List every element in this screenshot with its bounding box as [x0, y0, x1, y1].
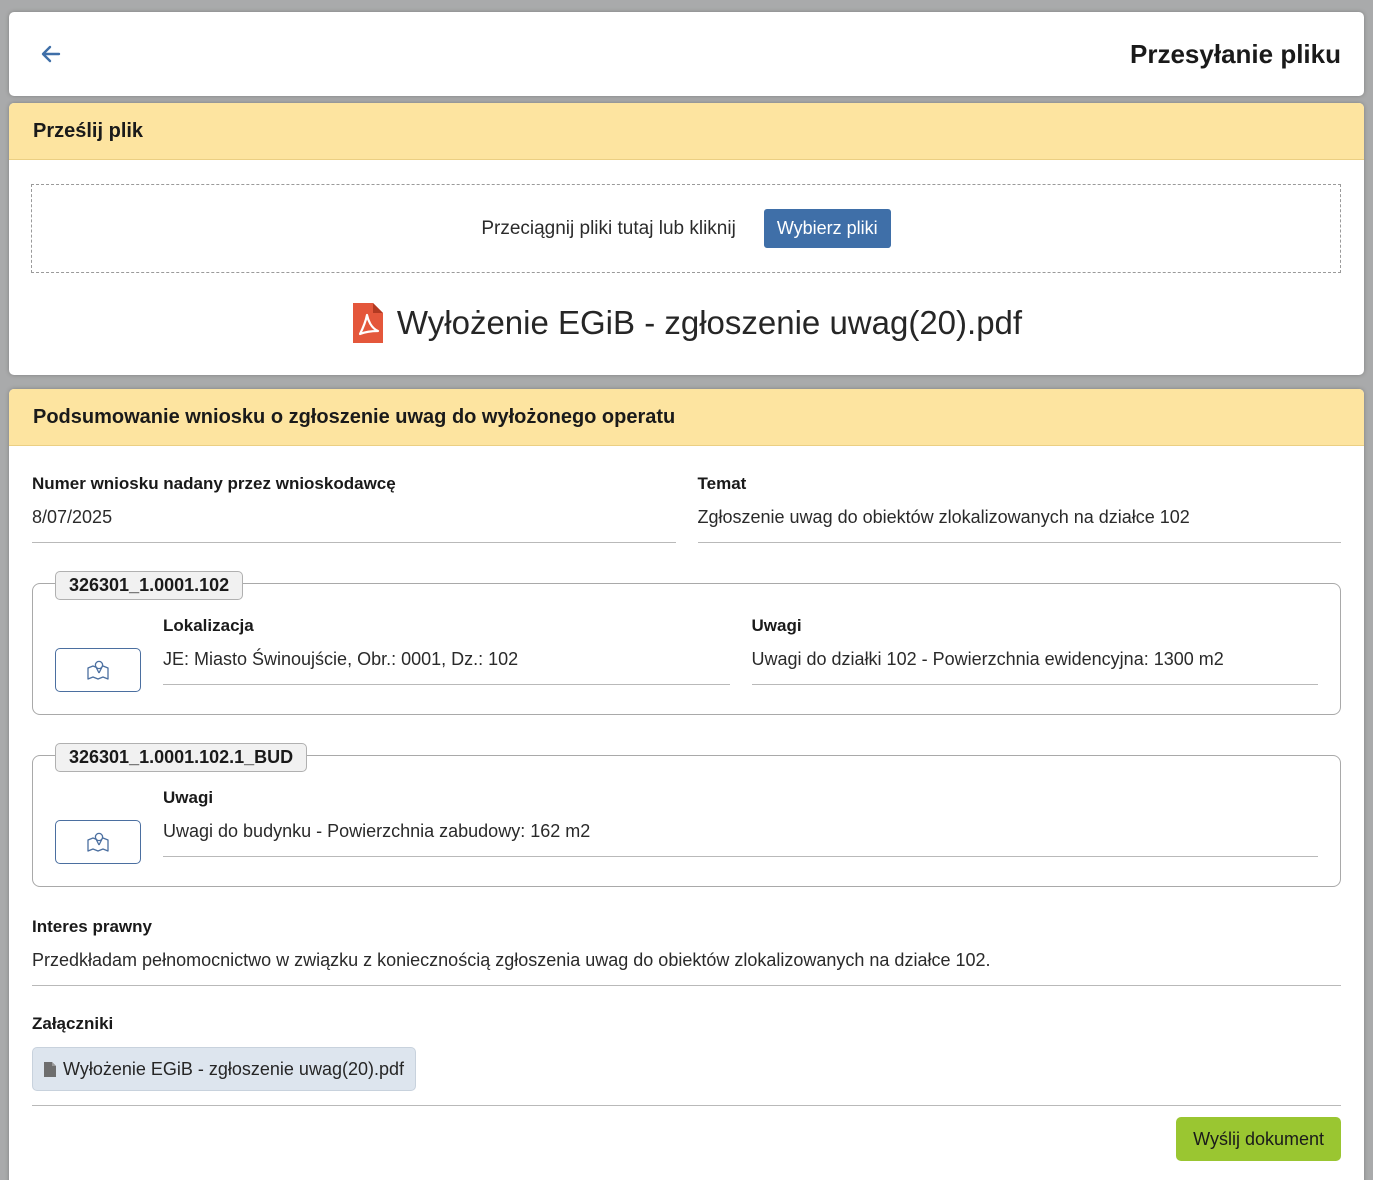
- subject-field: Temat Zgłoszenie uwag do obiektów zlokal…: [697, 474, 1341, 543]
- summary-card: Podsumowanie wniosku o zgłoszenie uwag d…: [9, 389, 1364, 1180]
- object-row: Uwagi Uwagi do budynku - Powierzchnia za…: [55, 788, 1318, 864]
- file-dropzone[interactable]: Przeciągnij pliki tutaj lub kliknij Wybi…: [31, 184, 1341, 273]
- location-label: Lokalizacja: [163, 616, 254, 635]
- request-number-value: 8/07/2025: [32, 507, 113, 527]
- object-fieldset: 326301_1.0001.102.1_BUD Uwagi Uwagi do b…: [32, 743, 1341, 887]
- request-number-label: Numer wniosku nadany przez wnioskodawcę: [32, 474, 396, 493]
- object-fieldset: 326301_1.0001.102 Lokalizacja JE: Miasto…: [32, 571, 1341, 715]
- object-id-legend: 326301_1.0001.102.1_BUD: [55, 743, 308, 772]
- legal-interest-field: Interes prawny Przedkładam pełnomocnictw…: [32, 917, 1341, 986]
- remarks-label: Uwagi: [163, 788, 214, 807]
- uploaded-file: Wyłożenie EGiB - zgłoszenie uwag(20).pdf: [9, 301, 1364, 345]
- summary-body: Numer wniosku nadany przez wnioskodawcę …: [9, 446, 1364, 1161]
- dropzone-text: Przeciągnij pliki tutaj lub kliknij: [481, 217, 736, 239]
- location-value: JE: Miasto Świnoujście, Obr.: 0001, Dz.:…: [163, 649, 519, 669]
- upload-card: Prześlij plik Przeciągnij pliki tutaj lu…: [9, 103, 1364, 375]
- send-row: Wyślij dokument: [32, 1106, 1341, 1161]
- attachment-name: Wyłożenie EGiB - zgłoszenie uwag(20).pdf: [63, 1058, 404, 1079]
- attachment-chip[interactable]: Wyłożenie EGiB - zgłoszenie uwag(20).pdf: [32, 1047, 416, 1091]
- remarks-value: Uwagi do budynku - Powierzchnia zabudowy…: [163, 821, 591, 841]
- map-locate-icon: [87, 832, 109, 852]
- document-icon: [44, 1061, 56, 1077]
- subject-value: Zgłoszenie uwag do obiektów zlokalizowan…: [697, 507, 1190, 527]
- app-shell: Przesyłanie pliku Prześlij plik Przeciąg…: [0, 0, 1373, 1180]
- map-locate-icon: [87, 660, 109, 680]
- remarks-label: Uwagi: [751, 616, 802, 635]
- attachments-field: Załączniki Wyłożenie EGiB - zgłoszenie u…: [32, 1014, 1341, 1106]
- remarks-field: Uwagi Uwagi do budynku - Powierzchnia za…: [163, 788, 1318, 857]
- legal-interest-value: Przedkładam pełnomocnictwo w związku z k…: [32, 950, 991, 970]
- request-info-row: Numer wniosku nadany przez wnioskodawcę …: [32, 474, 1341, 543]
- object-row: Lokalizacja JE: Miasto Świnoujście, Obr.…: [55, 616, 1318, 692]
- upload-section-title: Prześlij plik: [9, 103, 1364, 160]
- show-on-map-button[interactable]: [55, 820, 141, 864]
- send-document-button[interactable]: Wyślij dokument: [1176, 1117, 1341, 1161]
- object-fields: Uwagi Uwagi do budynku - Powierzchnia za…: [163, 788, 1318, 857]
- attachments-label: Załączniki: [32, 1014, 114, 1033]
- back-button[interactable]: [39, 42, 63, 66]
- back-arrow-icon: [41, 45, 61, 63]
- location-field: Lokalizacja JE: Miasto Świnoujście, Obr.…: [163, 616, 730, 685]
- object-fields: Lokalizacja JE: Miasto Świnoujście, Obr.…: [163, 616, 1318, 685]
- top-bar: Przesyłanie pliku: [9, 12, 1364, 96]
- remarks-field: Uwagi Uwagi do działki 102 - Powierzchni…: [751, 616, 1318, 685]
- object-id-legend: 326301_1.0001.102: [55, 571, 244, 600]
- legal-interest-label: Interes prawny: [32, 917, 152, 936]
- page-title: Przesyłanie pliku: [1130, 38, 1341, 69]
- remarks-value: Uwagi do działki 102 - Powierzchnia ewid…: [751, 649, 1224, 669]
- request-number-field: Numer wniosku nadany przez wnioskodawcę …: [32, 474, 676, 543]
- uploaded-file-name: Wyłożenie EGiB - zgłoszenie uwag(20).pdf: [396, 304, 1023, 341]
- summary-section-title: Podsumowanie wniosku o zgłoszenie uwag d…: [9, 389, 1364, 446]
- show-on-map-button[interactable]: [55, 648, 141, 692]
- choose-files-button[interactable]: Wybierz pliki: [763, 209, 891, 248]
- subject-label: Temat: [697, 474, 747, 493]
- pdf-file-icon: [352, 303, 383, 343]
